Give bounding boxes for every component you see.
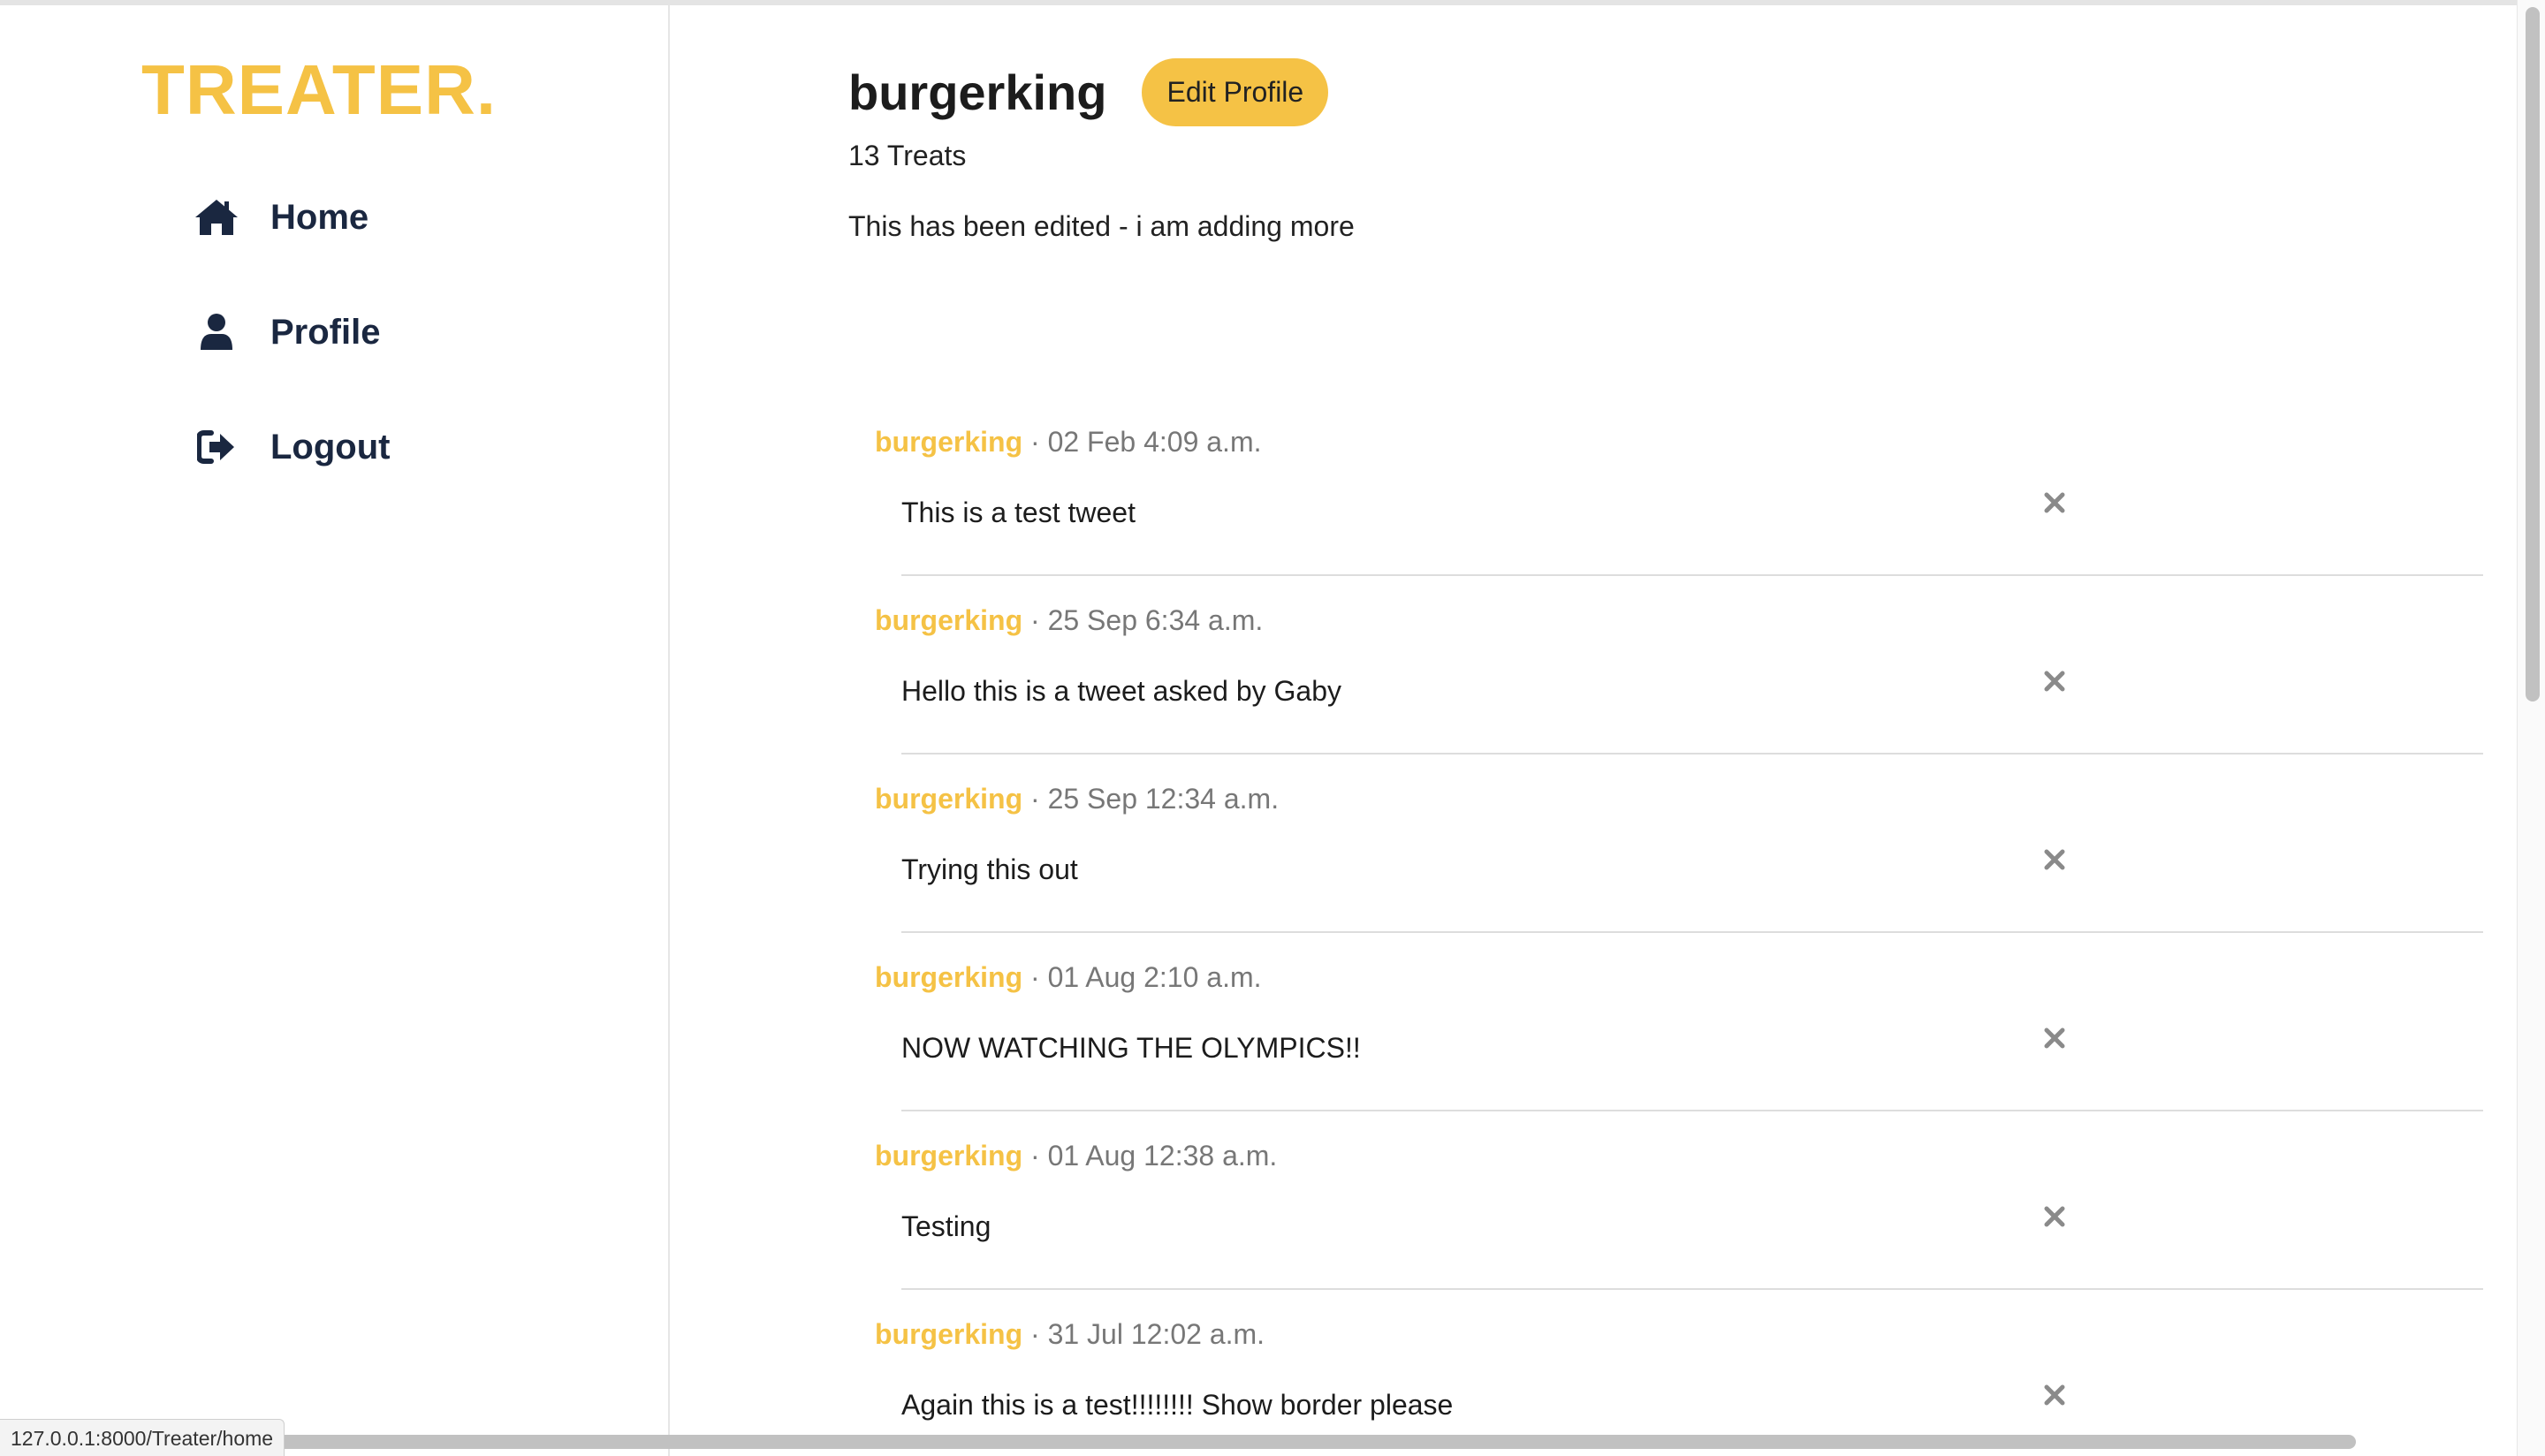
profile-username: burgerking [848, 64, 1107, 120]
treat-text: Again this is a test!!!!!!!! Show border… [901, 1389, 1454, 1421]
treat-meta: burgerking · 01 Aug 12:38 a.m. [875, 1140, 1277, 1172]
treat-item: burgerking · 25 Sep 12:34 a.m. Trying th… [875, 783, 2483, 961]
treat-author[interactable]: burgerking [875, 783, 1022, 815]
sidebar-item-label: Logout [270, 427, 391, 466]
treat-date: 25 Sep 12:34 a.m. [1047, 783, 1280, 815]
treat-author[interactable]: burgerking [875, 604, 1022, 636]
meta-separator: · [1022, 961, 1048, 993]
treat-date: 25 Sep 6:34 a.m. [1047, 604, 1264, 636]
treat-meta: burgerking · 01 Aug 2:10 a.m. [875, 961, 1262, 994]
logout-icon [191, 421, 242, 473]
meta-separator: · [1022, 1318, 1048, 1350]
sidebar-item-label: Profile [270, 312, 381, 352]
treat-feed: burgerking · 02 Feb 4:09 a.m. This is a … [875, 426, 2483, 1456]
meta-separator: · [1022, 604, 1048, 636]
treat-author[interactable]: burgerking [875, 426, 1022, 458]
vertical-scrollbar[interactable] [2517, 0, 2545, 1456]
treat-text: Trying this out [901, 853, 1078, 885]
profile-header: burgerking Edit Profile [848, 58, 1329, 126]
treat-meta: burgerking · 25 Sep 6:34 a.m. [875, 604, 1263, 637]
vertical-scrollbar-thumb[interactable] [2526, 7, 2540, 701]
treat-text: This is a test tweet [901, 497, 1136, 528]
treat-divider [901, 1288, 2483, 1290]
treat-date: 02 Feb 4:09 a.m. [1047, 426, 1262, 458]
treat-date: 01 Aug 2:10 a.m. [1047, 961, 1262, 993]
treat-author[interactable]: burgerking [875, 1140, 1022, 1172]
user-icon [191, 307, 242, 358]
treat-meta: burgerking · 31 Jul 12:02 a.m. [875, 1318, 1265, 1351]
sidebar-item-home[interactable]: Home [191, 182, 633, 253]
delete-treat-icon[interactable] [2041, 1203, 2068, 1230]
meta-separator: · [1022, 783, 1048, 815]
treat-text: Testing [901, 1210, 991, 1242]
treat-divider [901, 1110, 2483, 1111]
delete-treat-icon[interactable] [2041, 846, 2068, 873]
treat-item: burgerking · 01 Aug 2:10 a.m. NOW WATCHI… [875, 961, 2483, 1140]
edit-profile-button[interactable]: Edit Profile [1142, 58, 1329, 126]
treat-item: burgerking · 01 Aug 12:38 a.m. Testing [875, 1140, 2483, 1318]
treat-meta: burgerking · 02 Feb 4:09 a.m. [875, 426, 1261, 459]
main-content: burgerking Edit Profile 13 Treats This h… [672, 5, 2517, 1456]
treat-item: burgerking · 02 Feb 4:09 a.m. This is a … [875, 426, 2483, 604]
treat-date: 01 Aug 12:38 a.m. [1047, 1140, 1278, 1172]
horizontal-scrollbar-thumb[interactable] [221, 1435, 2356, 1449]
treat-divider [901, 753, 2483, 755]
treat-author[interactable]: burgerking [875, 1318, 1022, 1350]
treat-date: 31 Jul 12:02 a.m. [1047, 1318, 1265, 1350]
meta-separator: · [1022, 1140, 1048, 1172]
treat-divider [901, 931, 2483, 933]
delete-treat-icon[interactable] [2041, 668, 2068, 694]
home-icon [191, 192, 242, 243]
treat-divider [901, 574, 2483, 576]
meta-separator: · [1022, 426, 1048, 458]
treat-text: Hello this is a tweet asked by Gaby [901, 675, 1342, 707]
link-status-bar: 127.0.0.1:8000/Treater/home [0, 1419, 285, 1456]
treat-item: burgerking · 25 Sep 6:34 a.m. Hello this… [875, 604, 2483, 783]
page: TREATER. Home Profile Logout burgerking … [0, 0, 2545, 1456]
treat-meta: burgerking · 25 Sep 12:34 a.m. [875, 783, 1279, 815]
sidebar-item-profile[interactable]: Profile [191, 297, 633, 368]
delete-treat-icon[interactable] [2041, 1025, 2068, 1051]
sidebar-item-logout[interactable]: Logout [191, 412, 633, 482]
profile-bio: This has been edited - i am adding more [848, 210, 1355, 242]
treat-author[interactable]: burgerking [875, 961, 1022, 993]
delete-treat-icon[interactable] [2041, 1382, 2068, 1408]
sidebar-nav: Home Profile Logout [191, 182, 633, 527]
treat-count: 13 Treats [848, 140, 967, 171]
app-logo[interactable]: TREATER. [141, 49, 497, 131]
treat-text: NOW WATCHING THE OLYMPICS!! [901, 1032, 1361, 1064]
sidebar-item-label: Home [270, 197, 369, 237]
delete-treat-icon[interactable] [2041, 489, 2068, 516]
sidebar: TREATER. Home Profile Logout [0, 5, 670, 1456]
